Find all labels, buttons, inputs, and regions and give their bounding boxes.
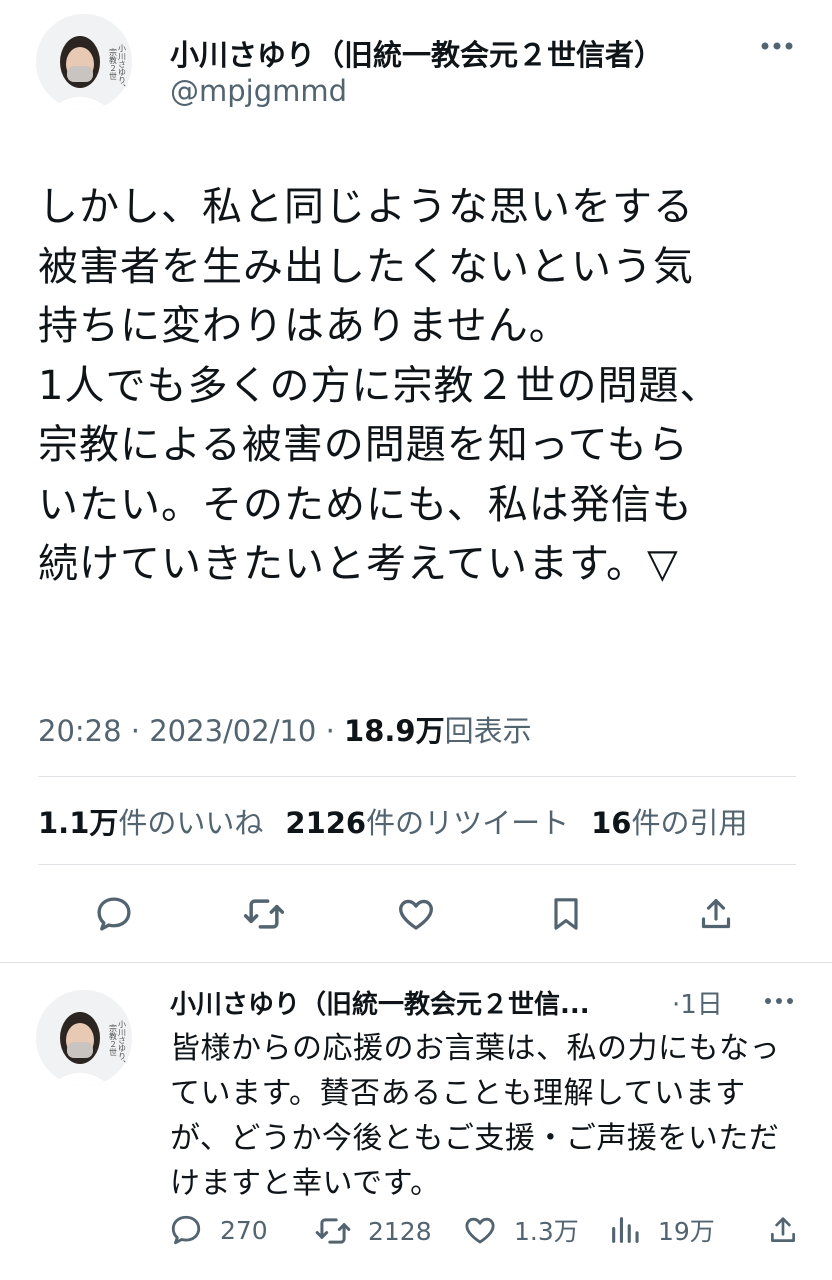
tweet-text: しかし、私と同じような思いをする 被害者を生み出したくないという気 持ちに変わり… — [38, 178, 808, 595]
tweet-text-line: 持ちに変わりはありません。 — [38, 303, 570, 349]
tweet-text-line: 宗教による被害の問題を知ってもら — [38, 422, 689, 468]
avatar-caption-1: 小川さゆり、 — [118, 44, 127, 92]
reply-share-button[interactable] — [766, 1212, 800, 1248]
tweet-text-line: 1人でも多くの方に宗教２世の問題、 — [38, 362, 721, 409]
reply-like-button[interactable]: 1.3万 — [462, 1212, 579, 1248]
likes-label: 件のいいね — [118, 806, 264, 840]
reply-author-name[interactable]: 小川さゆり（旧統一教会元２世信... — [170, 984, 670, 1021]
reply-text: 皆様からの応援のお言葉は、私の力にもなっ ています。賛否あることも理解しています… — [170, 1026, 810, 1206]
like-button[interactable] — [392, 890, 440, 938]
quotes-count: 16 — [591, 806, 632, 840]
views-icon — [612, 1217, 639, 1243]
retweets-count: 2126 — [285, 806, 367, 840]
tweet-time[interactable]: 20:28 — [38, 714, 122, 748]
reply-time[interactable]: ·1日 — [672, 984, 723, 1021]
author-handle[interactable]: @mpjgmmd — [170, 74, 347, 108]
reply-replies-count: 270 — [220, 1215, 268, 1245]
likes-stat[interactable]: 1.1万件のいいね — [38, 800, 263, 842]
author-avatar[interactable]: 小川さゆり、 宗教２世 — [36, 14, 132, 110]
avatar-caption-2: 宗教２世 — [109, 47, 118, 80]
reply-time-value: 1日 — [680, 990, 723, 1020]
reply-likes-count: 1.3万 — [514, 1217, 579, 1246]
like-icon — [465, 1217, 495, 1244]
divider — [38, 776, 796, 777]
avatar-photo: 小川さゆり、 宗教２世 — [36, 14, 132, 110]
tweet-meta: 20:28 · 2023/02/10 · 18.9万回表示 — [38, 708, 532, 750]
reply-author-avatar[interactable]: 小川さゆり、 宗教２世 — [36, 990, 132, 1086]
tweet-text-line: 被害者を生み出したくないという気 — [38, 243, 694, 290]
author-name[interactable]: 小川さゆり（旧統一教会元２世信者） — [170, 32, 663, 74]
like-icon — [399, 899, 433, 930]
avatar-caption-2: 宗教２世 — [109, 1023, 118, 1056]
retweet-icon — [315, 1218, 351, 1244]
divider — [38, 864, 796, 865]
reply-views-button[interactable]: 19万 — [608, 1212, 715, 1248]
retweets-stat[interactable]: 2126件のリツイート — [285, 800, 569, 842]
meta-separator: · — [325, 714, 335, 748]
avatar-photo: 小川さゆり、 宗教２世 — [36, 990, 132, 1086]
retweet-icon — [243, 899, 285, 929]
reply-text-line: けますと幸いです。 — [170, 1166, 441, 1201]
quotes-label: 件の引用 — [631, 806, 748, 840]
divider — [0, 962, 832, 963]
tweet-text-line: いたい。そのためにも、私は発信も — [38, 481, 693, 528]
quotes-stat[interactable]: 16件の引用 — [591, 800, 747, 842]
reply-text-line: ています。賛否あることも理解しています — [170, 1076, 746, 1111]
reply-views-count: 19万 — [658, 1217, 715, 1246]
share-icon — [771, 1217, 795, 1242]
views-count: 18.9万 — [344, 714, 445, 748]
tweet-text-line: 続けていきたいと考えています。▽ — [38, 541, 679, 587]
likes-count: 1.1万 — [38, 806, 119, 840]
reply-reply-button[interactable]: 270 — [168, 1212, 268, 1248]
reply-icon — [97, 897, 131, 931]
more-options-icon[interactable] — [760, 40, 794, 52]
reply-button[interactable] — [90, 890, 138, 938]
engagement-stats: 1.1万件のいいね 2126件のリツイート 16件の引用 — [38, 800, 748, 842]
tweet-date[interactable]: 2023/02/10 — [149, 714, 316, 748]
retweets-label: 件のリツイート — [366, 806, 570, 840]
views-label: 回表示 — [444, 714, 532, 748]
avatar-caption-1: 小川さゆり、 — [118, 1020, 127, 1068]
share-button[interactable] — [692, 890, 740, 938]
reply-more-options-icon[interactable] — [764, 996, 794, 1006]
tweet-text-line: しかし、私と同じような思いをする — [38, 184, 694, 230]
reply-icon — [171, 1215, 201, 1245]
bookmark-icon — [554, 898, 578, 930]
meta-separator: · — [130, 714, 141, 748]
share-icon — [701, 899, 731, 929]
bookmark-button[interactable] — [542, 890, 590, 938]
reply-retweets-count: 2128 — [368, 1216, 432, 1246]
retweet-button[interactable] — [240, 890, 288, 938]
reply-retweet-button[interactable]: 2128 — [314, 1212, 432, 1250]
reply-text-line: 皆様からの応援のお言葉は、私の力にもなっ — [170, 1031, 780, 1066]
reply-text-line: が、どうか今後ともご支援・ご声援をいただ — [170, 1121, 780, 1156]
